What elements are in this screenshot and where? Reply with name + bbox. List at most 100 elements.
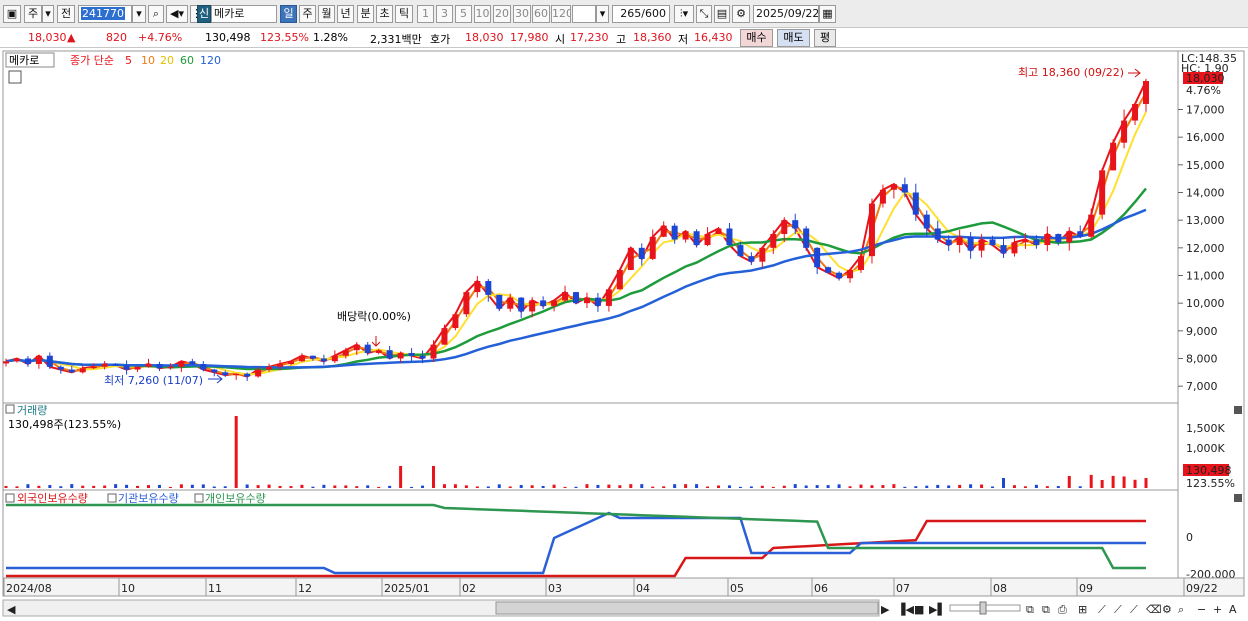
candle-body xyxy=(1011,242,1018,254)
candle-body xyxy=(189,361,196,365)
sell-button[interactable]: 매도 xyxy=(777,29,810,47)
volume-y-tick-1500k: 1,500K xyxy=(1186,422,1225,435)
calendar-icon[interactable]: ▦ xyxy=(819,5,836,23)
interval-dropdown-icon[interactable]: ▾ xyxy=(596,5,609,23)
current-price: 18,030 xyxy=(28,31,67,44)
tool-crosshair-icon[interactable]: ⊞ xyxy=(1078,603,1087,616)
search-icon[interactable]: ⌕ xyxy=(148,5,164,23)
candle-type-icon[interactable]: ⫶▾ xyxy=(674,5,694,23)
timeframe-month-button[interactable]: 월 xyxy=(318,5,335,23)
holdings-legend-individual-icon xyxy=(194,493,204,503)
candle-body xyxy=(233,373,240,376)
candle-body xyxy=(890,184,897,190)
stock-name-field[interactable]: 메카로 xyxy=(211,5,277,23)
timeframe-week-button[interactable]: 주 xyxy=(299,5,316,23)
timeframe-second-button[interactable]: 초 xyxy=(376,5,393,23)
go-first-icon[interactable]: ▐◀ xyxy=(897,602,914,616)
candle-body xyxy=(507,297,514,309)
speaker-icon[interactable]: ◀▾ xyxy=(166,5,188,23)
candle-body xyxy=(1110,142,1117,171)
volume-bar xyxy=(1045,486,1049,488)
timeframe-tick-button[interactable]: 틱 xyxy=(395,5,413,23)
gear-icon[interactable]: ⚙ xyxy=(732,5,750,23)
candle-body xyxy=(1044,234,1051,246)
tool-eraser-icon[interactable]: ⌫ xyxy=(1146,603,1162,616)
volume-bar xyxy=(1023,486,1027,488)
interval-120-button[interactable]: 120 xyxy=(551,5,571,23)
interval-custom-input[interactable] xyxy=(572,5,596,23)
scroll-right-icon[interactable]: ▶ xyxy=(881,603,890,616)
price-y-tick-label: 17,000 xyxy=(1186,104,1225,117)
holdings-panel-close-icon[interactable] xyxy=(1234,494,1242,502)
date-input[interactable]: 2025/09/22 xyxy=(753,5,819,23)
scroll-left-icon[interactable]: ◀ xyxy=(7,603,16,616)
candle-body xyxy=(485,281,492,295)
candle-body xyxy=(956,236,963,246)
tool-trend-icon[interactable]: ⟋ xyxy=(1098,603,1106,616)
timeframe-minute-button[interactable]: 분 xyxy=(357,5,374,23)
volume-bar xyxy=(1144,478,1148,488)
stock-code-input[interactable]: 241770 xyxy=(78,5,132,23)
x-axis-label: 03 xyxy=(548,582,562,595)
period-mode-button[interactable]: 주 xyxy=(24,5,42,23)
volume-panel-icon[interactable] xyxy=(5,404,15,414)
volume-bar xyxy=(410,486,414,488)
tool-fib-icon[interactable]: ⟋ xyxy=(1130,603,1138,616)
volume-bar xyxy=(684,484,688,488)
x-axis-label: 09 xyxy=(1079,582,1093,595)
text-tool-icon[interactable]: A xyxy=(1229,603,1237,616)
candle-body xyxy=(474,281,481,293)
stop-icon[interactable]: ■ xyxy=(914,603,924,616)
window-menu-icon[interactable]: ▣ xyxy=(3,5,21,23)
candle-body xyxy=(627,247,634,270)
zoom-out-icon[interactable]: − xyxy=(1197,603,1206,616)
tool-layout-icon[interactable]: ⧉ xyxy=(1026,603,1034,616)
candle-body xyxy=(496,294,503,309)
interval-20-button[interactable]: 20 xyxy=(493,5,511,23)
volume-panel-title: 거래량 xyxy=(17,404,47,417)
save-icon[interactable]: ▤ xyxy=(714,5,730,23)
x-axis-label: 09/22 xyxy=(1186,582,1218,595)
volume-bar xyxy=(1002,478,1005,488)
volume-bar xyxy=(969,484,973,488)
tool-settings-icon[interactable]: ⚙ xyxy=(1162,603,1172,616)
volume-bar xyxy=(114,484,118,488)
buy-button[interactable]: 매수 xyxy=(740,29,773,47)
holdings-panel-icon[interactable] xyxy=(5,493,15,503)
period-mode-dropdown-icon[interactable]: ▾ xyxy=(42,5,54,23)
volume-bar xyxy=(607,484,611,488)
interval-10-button[interactable]: 10 xyxy=(474,5,491,23)
scrollbar-thumb[interactable] xyxy=(495,601,879,615)
zoom-slider-handle[interactable] xyxy=(979,601,987,615)
last-pct-tag: 4.76% xyxy=(1186,84,1221,97)
ma-legend-5: 5 xyxy=(125,54,132,67)
interval-3-button[interactable]: 3 xyxy=(436,5,453,23)
tool-copy-icon[interactable]: ⧉ xyxy=(1042,603,1050,616)
zoom-in-icon[interactable]: ⌕ xyxy=(1178,603,1184,616)
interval-1-button[interactable]: 1 xyxy=(417,5,434,23)
volume-bar xyxy=(552,484,556,488)
timeframe-year-button[interactable]: 년 xyxy=(337,5,354,23)
stock-code-dropdown-icon[interactable]: ▾ xyxy=(132,5,146,23)
tool-print-icon[interactable]: ⎙ xyxy=(1058,603,1067,616)
candle-body xyxy=(309,355,316,359)
add-icon[interactable]: + xyxy=(1213,603,1222,616)
open-price: 17,230 xyxy=(570,31,609,44)
volume-bar xyxy=(81,485,85,488)
candle-body xyxy=(967,236,974,251)
go-last-icon[interactable]: ▶▌ xyxy=(929,602,946,616)
eval-button[interactable]: 평 xyxy=(814,29,836,47)
high-price: 18,360 xyxy=(633,31,672,44)
interval-30-button[interactable]: 30 xyxy=(513,5,531,23)
timeframe-day-button[interactable]: 일 xyxy=(280,5,297,23)
ma-legend-10: 10 xyxy=(141,54,155,67)
prev-button[interactable]: 전 xyxy=(57,5,75,23)
interval-5-button[interactable]: 5 xyxy=(455,5,472,23)
interval-60-button[interactable]: 60 xyxy=(532,5,550,23)
volume-bar xyxy=(782,485,786,488)
data-count-field[interactable]: 265/600 xyxy=(612,5,670,23)
draw-tool-icon[interactable]: ⤡ xyxy=(696,5,712,23)
volume-panel-close-icon[interactable] xyxy=(1234,406,1242,414)
tool-trend2-icon[interactable]: ⟋ xyxy=(1114,603,1122,616)
table-toggle-icon[interactable] xyxy=(8,70,22,84)
